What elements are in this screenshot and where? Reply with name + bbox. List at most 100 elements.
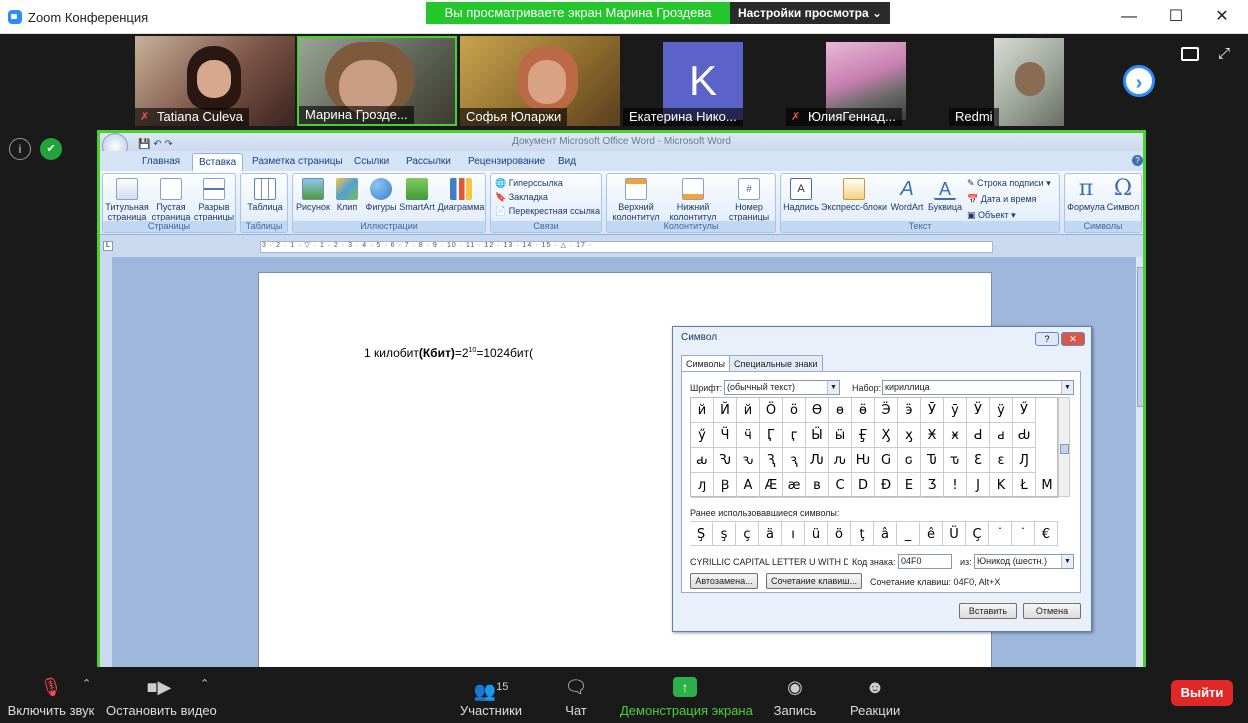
symbol-cell[interactable]: Ԁ: [967, 423, 990, 448]
recent-symbol-cell[interactable]: ş: [713, 521, 736, 546]
symbol-cell[interactable]: й: [691, 398, 714, 423]
record-button[interactable]: ◉ Запись: [770, 675, 820, 721]
recent-symbol-cell[interactable]: ˙: [989, 521, 1012, 546]
document-text[interactable]: 1 килобит(Кбит)=210=1024бит(: [364, 346, 533, 360]
recent-symbol-cell[interactable]: Ç: [966, 521, 989, 546]
recent-symbol-cell[interactable]: ţ: [851, 521, 874, 546]
security-shield-icon[interactable]: ✔: [40, 138, 62, 160]
tab-view[interactable]: Вид: [552, 153, 582, 171]
recent-symbol-cell[interactable]: ê: [920, 521, 943, 546]
symbol-cell[interactable]: Ӿ: [921, 423, 944, 448]
date-time-button[interactable]: 📅 Дата и время: [967, 194, 1037, 205]
insert-button[interactable]: Вставить: [959, 603, 1017, 619]
recent-symbol-cell[interactable]: ü: [805, 521, 828, 546]
stop-video-button[interactable]: ■▶ Остановить видео: [106, 675, 217, 721]
reactions-button[interactable]: ☻ Реакции: [850, 675, 900, 721]
participant-tile-active[interactable]: Марина Грозде...: [297, 36, 457, 126]
symbol-cell[interactable]: С: [829, 473, 852, 498]
table-button[interactable]: Таблица: [245, 178, 285, 212]
symbol-cell[interactable]: Ʒ: [921, 473, 944, 498]
symbol-grid-scrollbar[interactable]: [1058, 397, 1070, 497]
scroll-thumb[interactable]: [1137, 267, 1143, 407]
symbol-cell[interactable]: ԃ: [691, 448, 714, 473]
chart-button[interactable]: Диаграмма: [437, 178, 485, 212]
help-icon[interactable]: ?: [1132, 155, 1143, 166]
symbol-cell[interactable]: Ԃ: [1013, 423, 1036, 448]
tab-symbols[interactable]: Символы: [681, 355, 730, 371]
gallery-view-icon[interactable]: [1181, 47, 1199, 61]
recent-symbol-cell[interactable]: ç: [736, 521, 759, 546]
symbol-cell[interactable]: ӫ: [852, 398, 875, 423]
info-icon[interactable]: i: [9, 138, 31, 160]
encoding-select[interactable]: Юникод (шестн.) ▼: [974, 554, 1074, 569]
tab-insert[interactable]: Вставка: [192, 153, 244, 171]
symbol-cell[interactable]: ө: [829, 398, 852, 423]
symbol-cell[interactable]: Ӽ: [875, 423, 898, 448]
participant-tile[interactable]: Redmi: [949, 36, 1109, 126]
scroll-thumb[interactable]: [1060, 444, 1069, 454]
symbol-cell[interactable]: ӵ: [737, 423, 760, 448]
symbol-cell[interactable]: М: [1036, 473, 1059, 498]
close-icon[interactable]: ✕: [1061, 332, 1085, 346]
recent-symbol-cell[interactable]: ö: [828, 521, 851, 546]
picture-button[interactable]: Рисунок: [295, 178, 331, 212]
symbol-cell[interactable]: ԁ: [990, 423, 1013, 448]
symbol-cell[interactable]: Ӧ: [760, 398, 783, 423]
tab-page-layout[interactable]: Разметка страницы: [246, 153, 349, 171]
maximize-icon[interactable]: ☐: [1164, 6, 1188, 28]
cancel-button[interactable]: Отмена: [1023, 603, 1081, 619]
participant-tile[interactable]: Софья Юларжи: [460, 36, 620, 126]
vertical-scrollbar[interactable]: [1136, 257, 1143, 667]
symbol-cell[interactable]: ӧ: [783, 398, 806, 423]
symbol-cell[interactable]: Ӷ: [760, 423, 783, 448]
equation-button[interactable]: π Формула: [1067, 178, 1105, 213]
chevron-up-icon[interactable]: ⌃: [82, 677, 91, 690]
symbol-cell[interactable]: Ԍ: [875, 448, 898, 473]
symbol-cell[interactable]: Æ: [760, 473, 783, 498]
symbol-cell[interactable]: Ł: [1013, 473, 1036, 498]
page-number-button[interactable]: # Номер страницы: [723, 178, 775, 222]
tab-references[interactable]: Ссылки: [348, 153, 395, 171]
symbol-cell[interactable]: ԏ: [944, 448, 967, 473]
symbol-cell[interactable]: æ: [783, 473, 806, 498]
shortcut-key-button[interactable]: Сочетание клавиш...: [766, 573, 862, 589]
symbol-cell[interactable]: ԇ: [783, 448, 806, 473]
symbol-cell[interactable]: ӭ: [898, 398, 921, 423]
quick-parts-button[interactable]: Экспресс-блоки: [821, 178, 887, 212]
symbol-cell[interactable]: Й: [714, 398, 737, 423]
symbol-cell[interactable]: ӱ: [990, 398, 1013, 423]
symbol-cell[interactable]: Ӱ: [967, 398, 990, 423]
symbol-cell[interactable]: D: [852, 473, 875, 498]
chat-button[interactable]: 🗨 Чат: [556, 675, 596, 721]
minimize-icon[interactable]: —: [1117, 6, 1141, 28]
recent-symbol-cell[interactable]: Ü: [943, 521, 966, 546]
symbol-cell[interactable]: Ӭ: [875, 398, 898, 423]
symbol-cell[interactable]: Ӵ: [714, 423, 737, 448]
textbox-button[interactable]: A Надпись: [783, 178, 819, 212]
symbol-cell[interactable]: Ӹ: [806, 423, 829, 448]
wordart-button[interactable]: A WordArt: [889, 178, 925, 212]
symbol-cell[interactable]: Đ: [875, 473, 898, 498]
symbol-cell[interactable]: J: [967, 473, 990, 498]
recent-symbol-cell[interactable]: €: [1035, 521, 1058, 546]
tab-selector-icon[interactable]: L: [103, 241, 113, 251]
symbol-cell[interactable]: ԅ: [737, 448, 760, 473]
dropcap-button[interactable]: A Буквица: [927, 178, 963, 212]
symbol-cell[interactable]: ӽ: [898, 423, 921, 448]
symbol-cell[interactable]: ӯ: [944, 398, 967, 423]
share-screen-button[interactable]: ↑ Демонстрация экрана: [620, 675, 753, 721]
chevron-up-icon[interactable]: ⌃: [200, 677, 209, 690]
autocorrect-button[interactable]: Автозамена...: [690, 573, 758, 589]
view-options-button[interactable]: Настройки просмотра ⌄: [730, 2, 890, 24]
symbol-grid[interactable]: йЙйӦӧӨөӫӬӭӮӯӰӱӲӳӴӵӶӷӸӹӺӼӽӾӿԀԁԂԃԄԅԆԇԈԉԊԌԍ…: [690, 397, 1059, 498]
signature-line-button[interactable]: ✎ Строка подписи ▾: [967, 178, 1051, 189]
cross-reference-button[interactable]: 📄 Перекрестная ссылка: [495, 206, 600, 217]
symbol-cell[interactable]: ӷ: [783, 423, 806, 448]
participant-tile[interactable]: ✗ Tatiana Culeva: [135, 36, 295, 126]
tab-home[interactable]: Главная: [136, 153, 186, 171]
page-break-button[interactable]: Разрыв страницы: [193, 178, 235, 222]
symbol-cell[interactable]: Ө: [806, 398, 829, 423]
smartart-button[interactable]: SmartArt: [399, 178, 435, 212]
recent-symbol-cell[interactable]: ı: [782, 521, 805, 546]
font-select[interactable]: (обычный текст) ▼: [724, 380, 840, 395]
